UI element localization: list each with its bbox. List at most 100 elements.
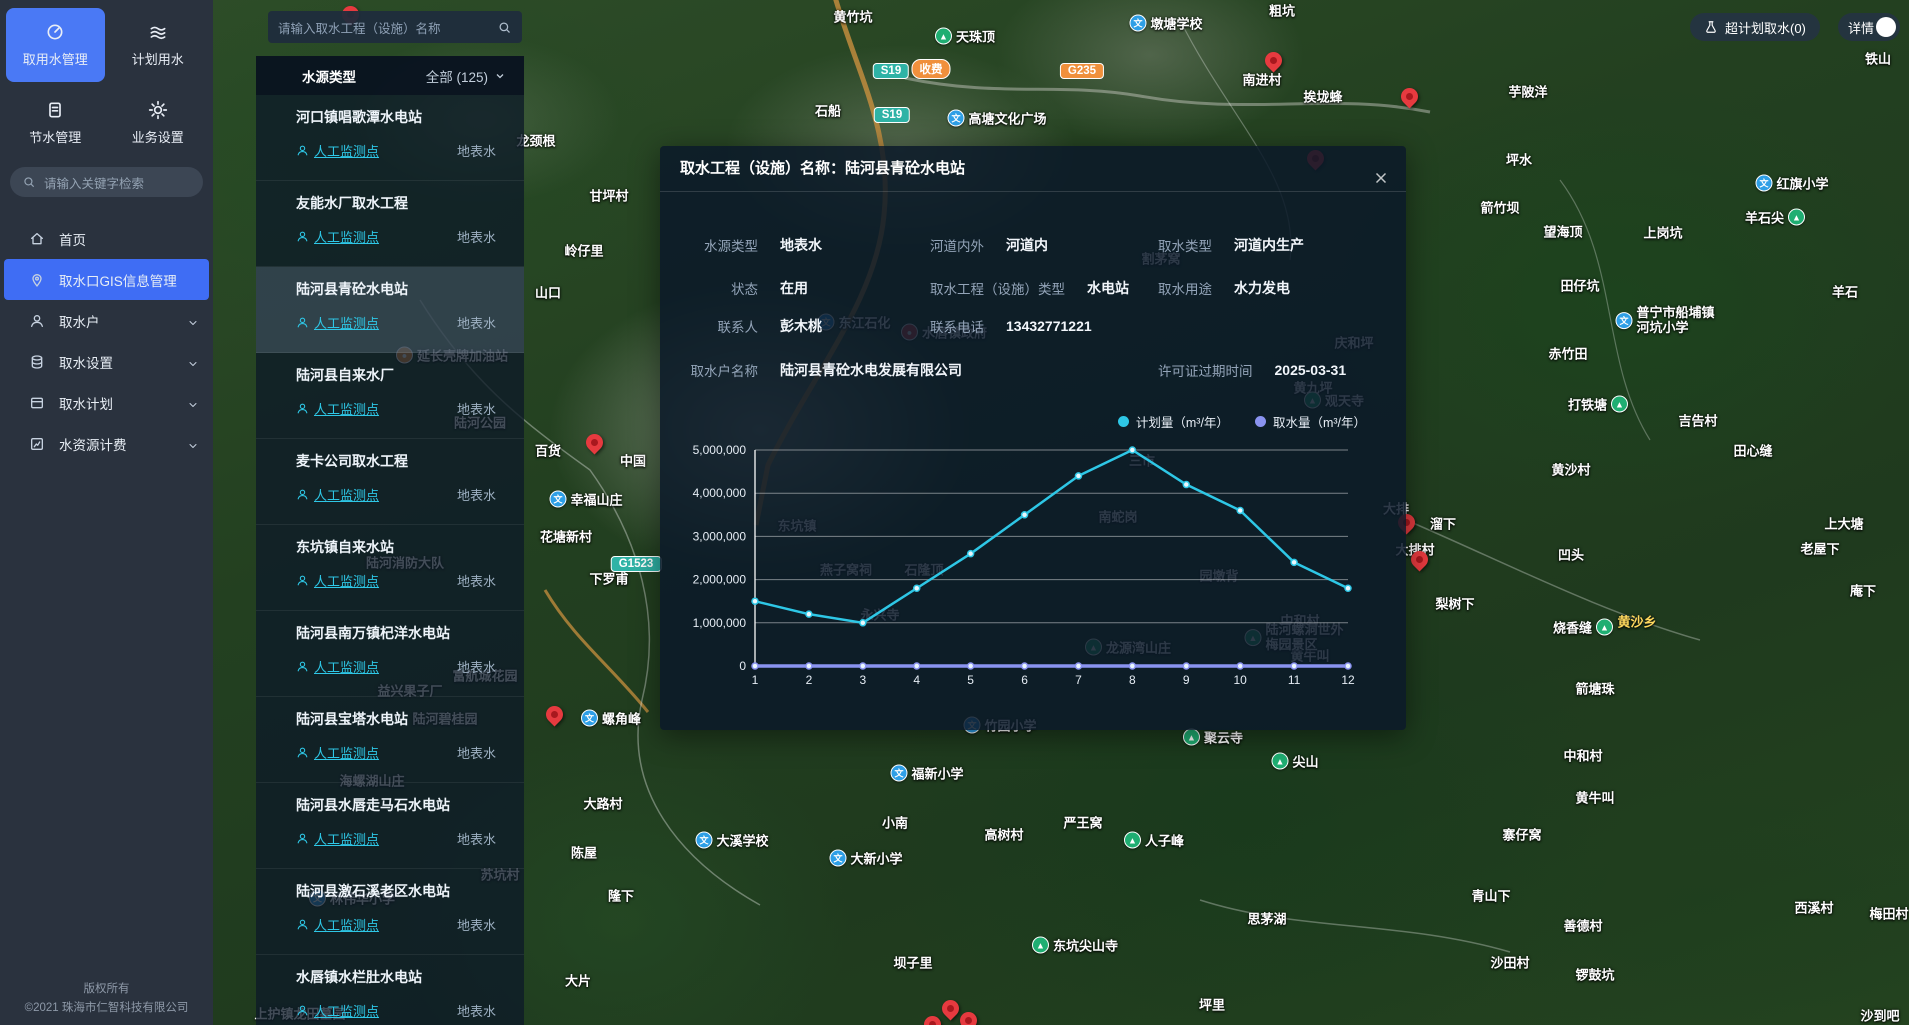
station-list-item[interactable]: 陆河县自来水厂人工监测点地表水 [256, 353, 524, 439]
manual-monitor-link[interactable]: 人工监测点 [296, 485, 379, 504]
field-水源类型: 水源类型地表水 [690, 235, 822, 255]
manual-monitor-link[interactable]: 人工监测点 [296, 915, 379, 934]
map-label: 上大塘 [1824, 514, 1863, 533]
manual-monitor-link[interactable]: 人工监测点 [296, 141, 379, 160]
map-label-text: 田心缝 [1733, 441, 1772, 460]
close-icon[interactable] [1372, 160, 1390, 178]
sidebar-menu: 首页取水口GIS信息管理取水户取水设置取水计划水资源计费 [0, 218, 213, 464]
station-list-item[interactable]: 东坑镇自来水站人工监测点地表水 [256, 525, 524, 611]
map-label-text: 青山下 [1471, 886, 1510, 905]
map-label-text: 沙田村 [1490, 953, 1529, 972]
module-label: 业务设置 [132, 127, 184, 146]
manual-monitor-link[interactable]: 人工监测点 [296, 313, 379, 332]
module-tile-4[interactable]: 业务设置 [109, 86, 208, 160]
module-tile-1[interactable]: 取用水管理 [6, 8, 105, 82]
station-panel-body: 水源类型 全部 (125) 河口镇唱歌潭水电站人工监测点地表水友能水厂取水工程人… [256, 56, 524, 1025]
sidebar-item-3[interactable]: 取水户 [4, 300, 209, 341]
manual-monitor-link[interactable]: 人工监测点 [296, 657, 379, 676]
field-label: 河道内外 [930, 235, 984, 255]
x-tick-label: 10 [1234, 673, 1248, 687]
dashboard-icon [45, 22, 65, 42]
manual-monitor-link[interactable]: 人工监测点 [296, 743, 379, 762]
station-name: 友能水厂取水工程 [296, 193, 496, 213]
station-list-item[interactable]: 陆河县宝塔水电站人工监测点地表水 [256, 697, 524, 783]
data-point [1183, 663, 1189, 669]
over-plan-button[interactable]: 超计划取水(0) [1690, 13, 1820, 41]
station-list-item[interactable]: 陆河县激石溪老区水电站人工监测点地表水 [256, 869, 524, 955]
module-tile-2[interactable]: 计划用水 [109, 8, 208, 82]
map-label: 文墩塘学校 [1129, 14, 1202, 33]
person-icon [296, 144, 309, 157]
y-tick-label: 3,000,000 [693, 529, 747, 543]
water-type: 地表水 [457, 915, 496, 934]
data-point [1022, 512, 1028, 518]
station-meta: 人工监测点地表水 [296, 571, 496, 590]
station-list-item[interactable]: 陆河县南万镇杞洋水电站人工监测点地表水 [256, 611, 524, 697]
map-label-text: 西溪村 [1794, 898, 1833, 917]
manual-monitor-link[interactable]: 人工监测点 [296, 571, 379, 590]
map-label-text: 高树村 [984, 825, 1023, 844]
data-point [914, 585, 920, 591]
sidebar-item-2[interactable]: 取水口GIS信息管理 [4, 259, 209, 300]
y-tick-label: 2,000,000 [693, 573, 747, 587]
data-point [806, 663, 812, 669]
map-label: 南进村 [1242, 70, 1281, 89]
water-type: 地表水 [457, 313, 496, 332]
manual-monitor-link[interactable]: 人工监测点 [296, 829, 379, 848]
copyright: 版权所有 ©2021 珠海市仁智科技有限公司 [0, 980, 213, 1017]
detail-toggle[interactable]: 详情 [1838, 13, 1900, 41]
station-list-item[interactable]: 陆河县水唇走马石水电站人工监测点地表水 [256, 783, 524, 869]
chevron-down-icon[interactable] [187, 356, 199, 368]
legend-item-1[interactable]: 计划量（m³/年） [1118, 412, 1229, 431]
module-tile-3[interactable]: 节水管理 [6, 86, 105, 160]
manual-monitor-link[interactable]: 人工监测点 [296, 227, 379, 246]
sidebar-item-4[interactable]: 取水设置 [4, 341, 209, 382]
chart-legend: 计划量（m³/年） 取水量（m³/年） [1118, 412, 1366, 431]
mountain-icon: ▲ [1271, 753, 1288, 770]
sidebar: 取用水管理计划用水节水管理业务设置 请输入关键字检索 首页取水口GIS信息管理取… [0, 0, 213, 1025]
map-label: 老屋下 [1800, 539, 1839, 558]
map-label: 梅田村 [1869, 904, 1908, 923]
map-label: 黄牛叫 [1575, 788, 1614, 807]
copyright-line2: ©2021 珠海市仁智科技有限公司 [0, 999, 213, 1017]
station-list-item[interactable]: 麦卡公司取水工程人工监测点地表水 [256, 439, 524, 525]
person-icon [296, 660, 309, 673]
sidebar-item-5[interactable]: 取水计划 [4, 382, 209, 423]
legend-item-2[interactable]: 取水量（m³/年） [1255, 412, 1366, 431]
sidebar-search-placeholder: 请输入关键字检索 [44, 173, 144, 192]
field-状态: 状态在用 [690, 278, 808, 298]
field-value: 陆河县青砼水电发展有限公司 [780, 360, 962, 380]
filter-value-dropdown[interactable]: 全部 (125) [426, 66, 506, 86]
manual-monitor-link[interactable]: 人工监测点 [296, 399, 379, 418]
monitor-label: 人工监测点 [314, 1001, 379, 1020]
map-label: 粗坑 [1269, 1, 1295, 20]
data-point [860, 620, 866, 626]
mountain-icon: ▲ [1124, 832, 1141, 849]
menu-label: 首页 [59, 229, 86, 249]
chevron-down-icon[interactable] [187, 315, 199, 327]
map-label-text: 中国 [620, 451, 646, 470]
map-label: 沙田村 [1490, 953, 1529, 972]
sidebar-search-input[interactable]: 请输入关键字检索 [10, 167, 203, 197]
field-取水户名称: 取水户名称陆河县青砼水电发展有限公司 [690, 360, 962, 380]
map-label-text: 羊石尖 [1745, 208, 1784, 227]
toggle-knob[interactable] [1876, 17, 1896, 37]
station-list-item[interactable]: 水唇镇水栏肚水电站人工监测点地表水 [256, 955, 524, 1025]
sidebar-item-1[interactable]: 首页 [4, 218, 209, 259]
map-label-text: 吉告村 [1678, 411, 1717, 430]
station-meta: 人工监测点地表水 [296, 829, 496, 848]
station-list-item[interactable]: 陆河县青砼水电站人工监测点地表水 [256, 267, 524, 353]
copyright-line1: 版权所有 [0, 980, 213, 998]
chevron-down-icon[interactable] [187, 438, 199, 450]
chevron-down-icon[interactable] [187, 397, 199, 409]
station-list-item[interactable]: 友能水厂取水工程人工监测点地表水 [256, 181, 524, 267]
station-list-item[interactable]: 河口镇唱歌潭水电站人工监测点地表水 [256, 95, 524, 181]
school-icon: 文 [947, 110, 964, 127]
map-label: 黄沙村 [1551, 460, 1590, 479]
map-label-text: 粗坑 [1269, 1, 1295, 20]
station-search-input[interactable]: 请输入取水工程（设施）名称 [268, 11, 522, 43]
data-point [860, 663, 866, 669]
y-tick-label: 5,000,000 [693, 443, 747, 457]
sidebar-item-6[interactable]: 水资源计费 [4, 423, 209, 464]
manual-monitor-link[interactable]: 人工监测点 [296, 1001, 379, 1020]
